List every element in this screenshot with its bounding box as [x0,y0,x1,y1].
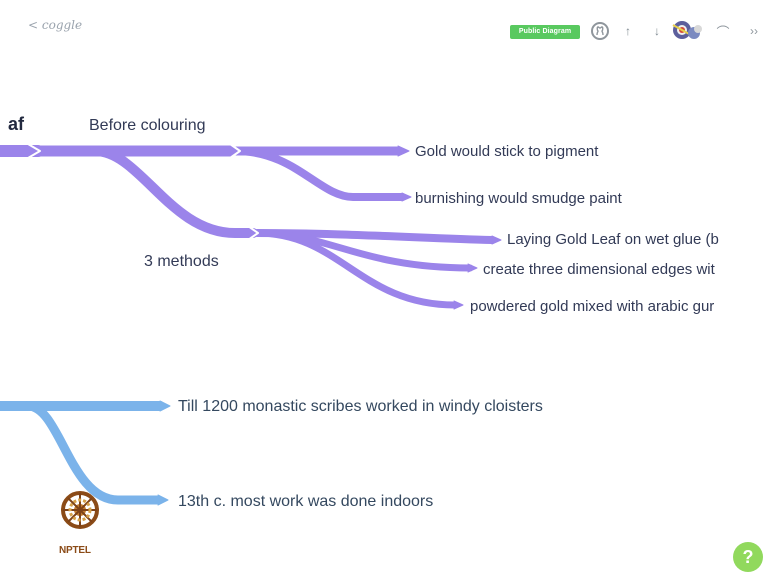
nptel-logo-text: NPTEL [59,545,91,556]
powdered-gold-node[interactable]: powdered gold mixed with arabic gur [470,298,714,315]
monastic-scribes-node[interactable]: Till 1200 monastic scribes worked in win… [178,398,543,416]
branch-methods [90,146,258,238]
till-tip [159,400,171,412]
laying-tip [491,235,502,245]
three-methods-node[interactable]: 3 methods [144,253,219,271]
create-tip [467,263,478,273]
three-dimensional-node[interactable]: create three dimensional edges wit [483,261,715,278]
laying-gold-node[interactable]: Laying Gold Leaf on wet glue (b [507,231,719,248]
powder-tip [453,300,464,310]
thirteenth-tip [157,494,169,506]
indoors-node[interactable]: 13th c. most work was done indoors [178,493,433,511]
burnishing-node[interactable]: burnishing would smudge paint [415,190,622,207]
gold-tip [397,145,410,157]
branch-burnish [232,147,406,201]
burnish-tip [401,192,412,202]
root-node-label[interactable]: af [8,114,24,135]
coggle-mindmap-screen: < coggle Public Diagram ↑ ↓ ⌒ ›› af Befo… [0,0,768,581]
gold-stick-node[interactable]: Gold would stick to pigment [415,143,598,160]
before-colouring-node[interactable]: Before colouring [89,117,206,135]
help-button[interactable]: ? [733,542,763,572]
